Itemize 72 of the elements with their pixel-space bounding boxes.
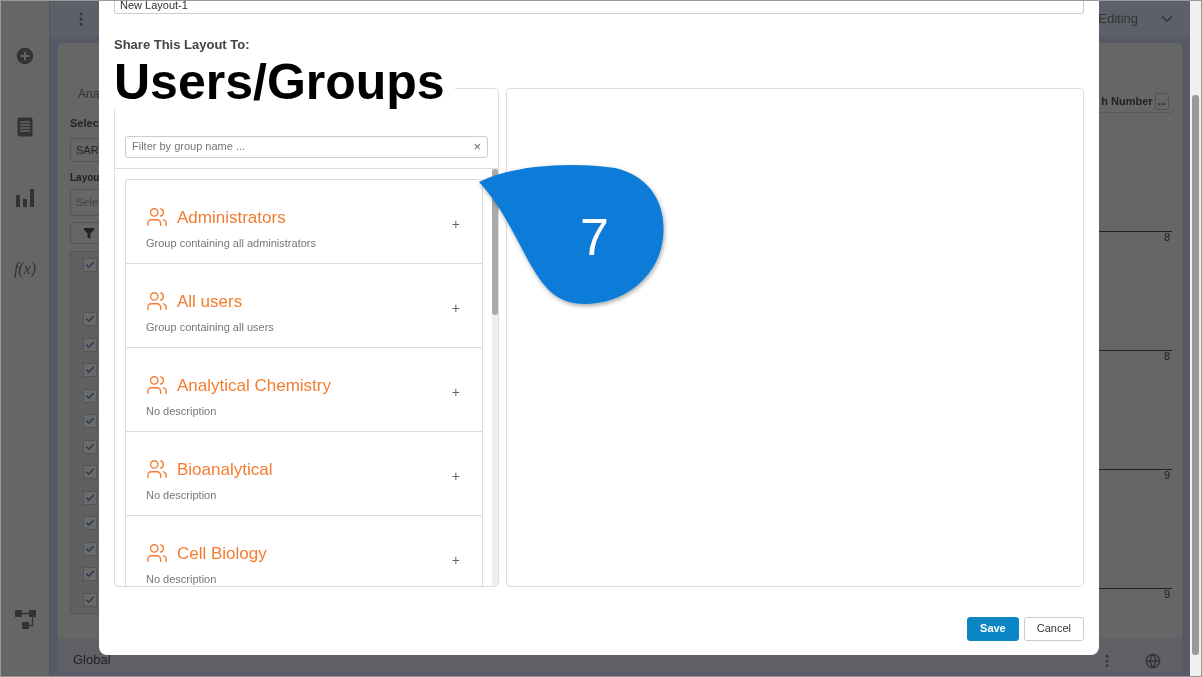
checkbox[interactable]	[83, 363, 97, 378]
checkbox[interactable]	[83, 592, 97, 607]
group-item[interactable]: All users Group containing all users +	[126, 263, 482, 348]
checkmark-icon	[85, 467, 95, 478]
checkmark-icon	[85, 492, 95, 503]
group-description: No description	[146, 488, 218, 503]
filter-icon	[83, 226, 95, 239]
checkmark-icon	[85, 594, 95, 605]
add-button[interactable]: +	[451, 549, 460, 571]
checkmark-icon	[85, 416, 95, 427]
group-description: Group containing all administrators	[146, 236, 317, 251]
group-item[interactable]: Analytical Chemistry No description +	[126, 347, 482, 432]
group-description: No description	[146, 404, 218, 419]
user-group-icon	[146, 290, 168, 313]
checkmark-icon	[85, 339, 95, 350]
clear-button[interactable]: ×	[473, 140, 481, 153]
checkmark-icon	[85, 569, 95, 580]
add-button[interactable]: +	[451, 465, 460, 487]
user-group-icon	[146, 206, 168, 229]
layout-name-field[interactable]: New Layout-1	[114, 1, 1084, 14]
cancel-button[interactable]: Cancel	[1023, 616, 1084, 641]
checkmark-icon	[85, 365, 95, 376]
cell-value: 8	[1163, 348, 1170, 364]
step-number: 7	[580, 207, 609, 268]
group-item[interactable]: Administrators Group containing all administrators +	[126, 179, 482, 264]
layout-label: Layou	[70, 171, 101, 185]
group-name: Analytical Chemistry	[177, 374, 331, 397]
checkbox[interactable]	[83, 312, 97, 327]
checkmark-icon	[85, 314, 95, 325]
add-button[interactable]: +	[451, 381, 460, 403]
group-description: No description	[146, 572, 218, 586]
column-header: h Number	[1101, 94, 1153, 110]
user-group-icon	[146, 458, 168, 481]
checkbox[interactable]	[83, 516, 97, 531]
checkbox[interactable]	[83, 414, 97, 429]
group-name: Bioanalytical	[177, 458, 273, 481]
checkbox[interactable]	[83, 490, 97, 505]
save-button[interactable]: Save	[967, 616, 1019, 641]
checkbox[interactable]	[83, 337, 97, 352]
checkbox[interactable]	[83, 541, 97, 556]
user-group-icon	[146, 374, 168, 397]
checkbox[interactable]	[83, 567, 97, 582]
checkmark-icon	[85, 543, 95, 554]
globe-icon[interactable]	[1145, 653, 1161, 669]
add-icon[interactable]	[14, 45, 36, 67]
checkmark-icon	[85, 390, 95, 401]
bar-chart-icon[interactable]	[16, 187, 34, 207]
select-label: Selec	[70, 116, 100, 131]
list-icon[interactable]	[17, 117, 33, 137]
checkbox[interactable]	[83, 465, 97, 480]
group-name: Administrators	[177, 206, 286, 229]
group-name: Cell Biology	[177, 542, 267, 565]
cell-value: 9	[1163, 586, 1170, 602]
group-name: All users	[177, 290, 243, 313]
group-item[interactable]: Cell Biology No description +	[126, 515, 482, 586]
group-item[interactable]: Bioanalytical No description +	[126, 431, 482, 516]
share-label: Share This Layout To:	[114, 36, 251, 54]
checkmark-icon	[85, 441, 95, 452]
checkmark-icon	[85, 518, 95, 529]
cell-value: 9	[1163, 467, 1170, 483]
dialog-heading: Users/Groups	[114, 53, 445, 110]
filter-field[interactable]: Filter by group name ... ×	[125, 135, 488, 158]
add-button[interactable]: +	[451, 213, 460, 235]
cell-value: 8	[1163, 229, 1170, 245]
checkbox[interactable]	[83, 388, 97, 403]
checkmark-icon	[85, 259, 95, 270]
add-button[interactable]: +	[451, 297, 460, 319]
hierarchy-icon[interactable]	[14, 610, 36, 630]
group-description: Group containing all users	[146, 320, 275, 335]
checkbox[interactable]	[83, 439, 97, 454]
user-group-icon	[146, 542, 168, 565]
checkbox[interactable]	[83, 257, 97, 272]
